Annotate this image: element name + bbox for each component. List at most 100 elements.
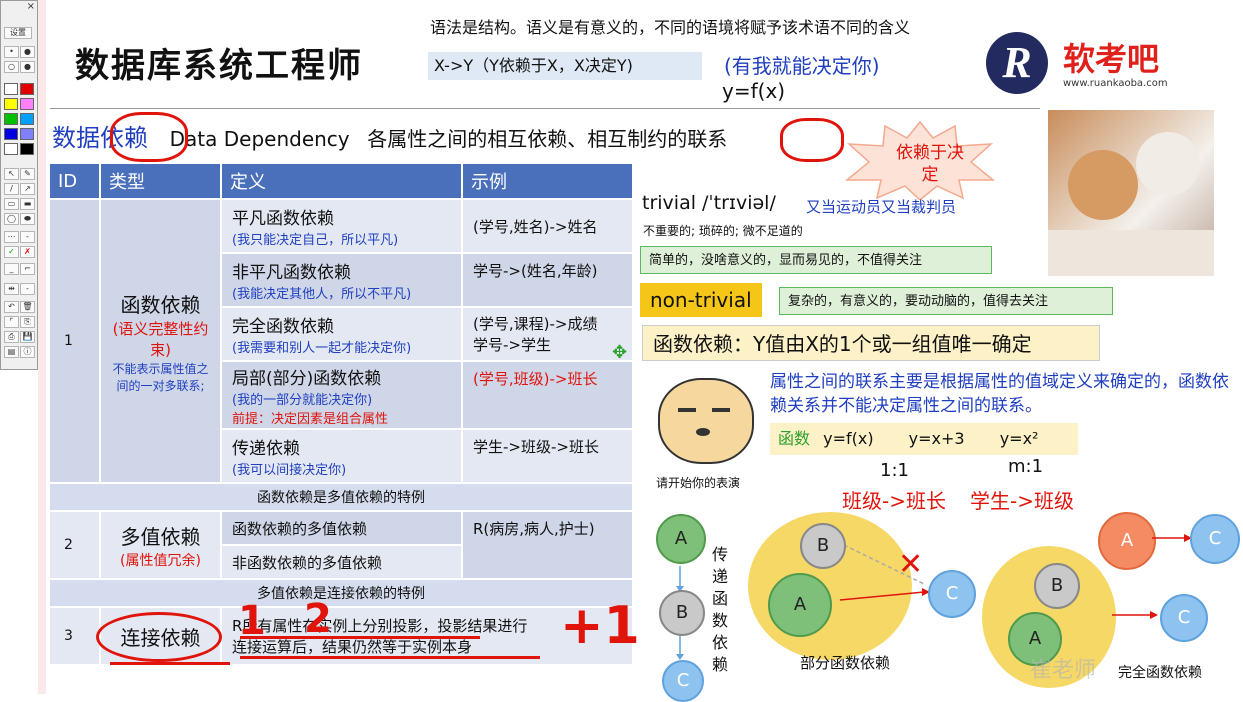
scribble-circle-lianxi (780, 118, 844, 162)
large-dot-tool-icon[interactable]: ● (20, 61, 35, 73)
info-icon[interactable]: ⓘ (20, 346, 35, 358)
move-cursor-icon: ✥ (612, 342, 628, 363)
spacer-tool-icon[interactable]: ⇹ (4, 283, 19, 295)
def-desc: (我能决定其他人，所以不平凡) (232, 287, 412, 302)
row1-type: 函数依赖 (120, 292, 201, 317)
fd-note: 属性之间的联系主要是根据属性的值域定义来确定的，函数依赖关系并不能决定属性之间的… (770, 372, 1229, 416)
logo-name: 软考吧 (1063, 40, 1160, 78)
row1-id: 1 (48, 198, 101, 484)
partial-label: 部分函数依赖 (800, 654, 891, 672)
header-example: 示例 (461, 162, 634, 200)
save-icon[interactable]: 💾 (20, 331, 35, 343)
copy-icon[interactable]: ⎘ (20, 316, 35, 328)
ratio-m-1: m:1 (1008, 456, 1044, 477)
header-definition: 定义 (220, 162, 463, 200)
row2-id: 2 (48, 510, 101, 580)
func-expr-1: y=f(x) (823, 429, 874, 448)
color-yellow-swatch[interactable] (4, 98, 18, 110)
scribble-plus-one: +1 (560, 596, 640, 656)
cross-tool-icon[interactable]: ✗ (20, 246, 35, 258)
chain-node-c: C (662, 660, 704, 702)
color-white-swatch[interactable] (4, 83, 18, 95)
toolbar-settings-button[interactable]: 设置 (4, 27, 32, 39)
logo-mark: R (986, 32, 1048, 94)
circle-tool-icon[interactable]: ○ (4, 61, 19, 73)
bracket-tool-icon[interactable]: ⌐ (20, 263, 35, 275)
crop-icon[interactable]: ⌜ (4, 316, 19, 328)
dash2-tool-icon[interactable]: - (20, 283, 35, 295)
scribble-circle-yilai (110, 112, 188, 162)
def-name: 局部(部分)函数依赖 (232, 368, 382, 389)
row1-example-1: (学号,姓名)->姓名 (461, 198, 634, 254)
print-icon[interactable]: ⎙ (4, 331, 19, 343)
row2-def-2: 非函数依赖的多值依赖 (220, 544, 463, 580)
partial-node-b: B (800, 523, 846, 569)
color-black-swatch[interactable] (20, 143, 34, 155)
yfx-formula: y=f(x) (722, 79, 786, 103)
row1-example-2: 学号->(姓名,年龄) (461, 252, 634, 308)
row1-example-4: (学号,班级)->班长 (461, 360, 634, 430)
scribble-circle-lianjie (96, 612, 222, 662)
func-expr-2: y=x+3 (908, 429, 965, 448)
def-name: 完全函数依赖 (232, 317, 334, 337)
trash-icon[interactable]: 🗑 (20, 301, 35, 313)
color-blue-swatch[interactable] (4, 128, 18, 140)
func-expr-3: y=x² (999, 429, 1039, 448)
color-red-swatch[interactable] (20, 83, 34, 95)
row2-type: 多值依赖 (120, 524, 201, 549)
color-white2-swatch[interactable] (4, 143, 18, 155)
sticker-caption: 请开始你的表演 (656, 476, 741, 490)
line-tool-icon[interactable]: / (4, 183, 19, 195)
dots-tool-icon[interactable]: ⋯ (4, 231, 19, 243)
chain-node-b: B (659, 590, 705, 636)
scribble-underline-3 (240, 656, 540, 659)
toolbar-close-icon[interactable]: × (27, 1, 35, 12)
color-lavender-swatch[interactable] (20, 128, 34, 140)
underline-tool-icon[interactable]: _ (4, 263, 19, 275)
row1-def-4: 局部(部分)函数依赖 (我的一部分就能决定你) 前提：决定因素是组合属性 (220, 360, 463, 430)
trivial-green-box: 简单的，没啥意义的，显而易见的，不值得关注 (640, 246, 992, 274)
sticker-dog (650, 370, 756, 470)
full-label: 完全函数依赖 (1118, 665, 1202, 681)
trivial-comment: 又当运动员又当裁判员 (806, 198, 957, 216)
color-green-swatch[interactable] (4, 113, 18, 125)
def-name: 非平凡函数依赖 (232, 263, 351, 283)
row1-example-5: 学生->班级->班长 (461, 428, 634, 484)
drawing-toolbar: × 设置 • ● ○ ● ↖ ✎ / ↗ ▭ ▬ ◯ ⬬ ⋯ - ✓ ✗ _ ⌐… (0, 0, 38, 370)
def-premise: 前提：决定因素是组合属性 (232, 411, 389, 427)
header-id: ID (48, 162, 101, 200)
pen-tool-icon[interactable]: ↖ (4, 168, 19, 180)
chain-node-a: A (656, 514, 706, 564)
watermark: 崔老师 (1030, 658, 1097, 683)
def-desc: (我只能决定自己，所以平凡) (232, 233, 399, 248)
header-divider (50, 108, 1040, 109)
simple-arrow (1152, 534, 1192, 542)
fill-rect-tool-icon[interactable]: ▬ (20, 198, 35, 210)
rect-tool-icon[interactable]: ▭ (4, 198, 19, 210)
page-left-margin (38, 0, 46, 694)
color-cyan-swatch[interactable] (20, 113, 34, 125)
def-desc: (我的一部分就能决定你) (232, 392, 373, 408)
ellipse-tool-icon[interactable]: ◯ (4, 213, 19, 225)
undo-icon[interactable]: ↶ (4, 301, 19, 313)
partial-node-c: C (928, 570, 976, 618)
check-tool-icon[interactable]: ✓ (4, 246, 19, 258)
row1-example-3: (学号,课程)->成绩 学号->学生 (461, 306, 634, 362)
row1-type-note-blue: 不能表示属性值之间的一对多联系; (112, 361, 209, 393)
screen-icon[interactable]: ▤ (4, 346, 19, 358)
chain-label: 传递函数依赖 (712, 545, 729, 674)
arrow-tool-icon[interactable]: ↗ (20, 183, 35, 195)
brush-tool-icon[interactable]: ✎ (20, 168, 35, 180)
simple-node-a: A (1098, 512, 1156, 570)
dot-tool-icon[interactable]: ● (20, 46, 35, 58)
row1-def-3: 完全函数依赖 (我需要和别人一起才能决定你) (220, 306, 463, 362)
pointer-tool-icon[interactable]: • (4, 46, 19, 58)
ratio-1-1: 1:1 (880, 460, 909, 481)
row1-def-5: 传递依赖 (我可以间接决定你) (220, 428, 463, 484)
color-pink-swatch[interactable] (20, 98, 34, 110)
section-title-rest: 各属性之间的相互依赖、相互制约的联系 (367, 127, 728, 151)
dash-tool-icon[interactable]: - (20, 231, 35, 243)
span-note-2: 多值依赖是连接依赖的特例 (48, 578, 634, 608)
dog-cat-photo (1048, 110, 1214, 276)
fill-ellipse-tool-icon[interactable]: ⬬ (20, 213, 35, 225)
